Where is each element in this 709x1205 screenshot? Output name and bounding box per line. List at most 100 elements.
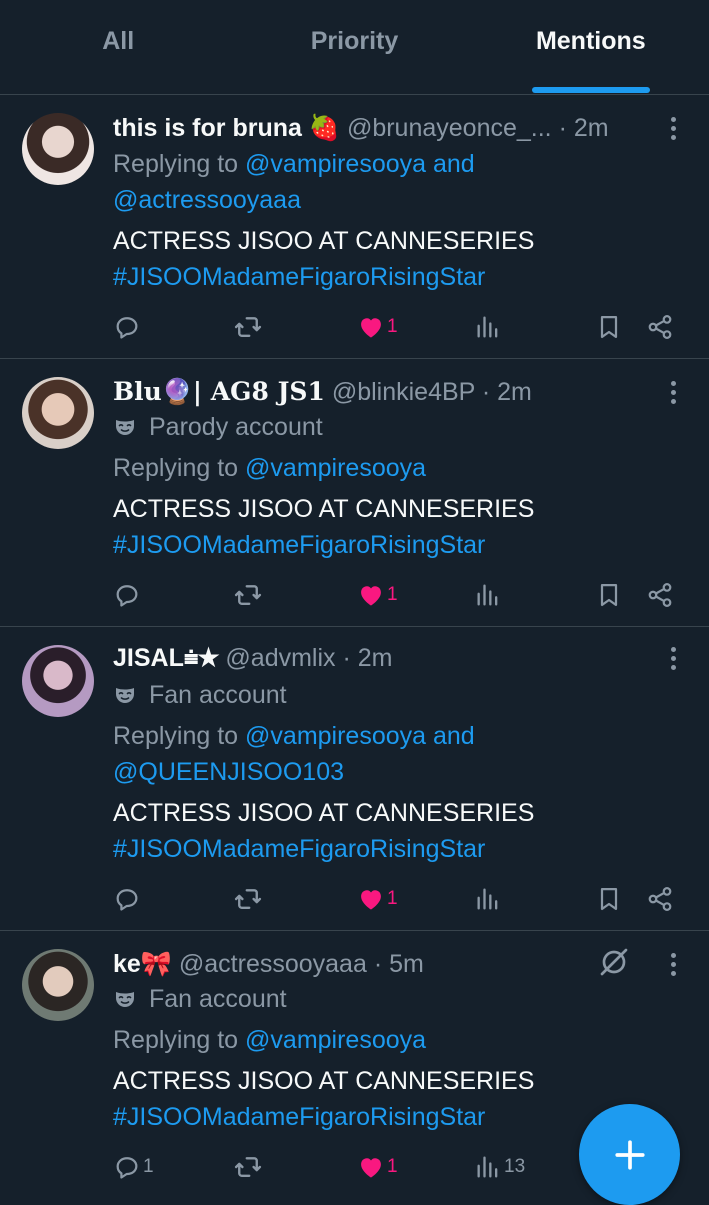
hashtag-link[interactable]: #JISOOMadameFigaroRisingStar: [113, 1099, 485, 1135]
display-name[interactable]: JISAL⩧★: [113, 644, 218, 672]
account-label-text: Fan account: [149, 681, 287, 709]
tab-mentions[interactable]: Mentions: [473, 0, 709, 94]
user-handle[interactable]: @actressooyaaa: [179, 950, 367, 978]
bookmark-icon: [595, 885, 623, 913]
retweet-button[interactable]: [233, 882, 263, 916]
reply-icon: [113, 313, 141, 341]
bookmark-button[interactable]: [595, 578, 623, 612]
more-options-icon[interactable]: [665, 949, 681, 979]
bookmark-icon: [595, 313, 623, 341]
tweet-text: ACTRESS JISOO AT CANNESERIES: [113, 1067, 535, 1095]
tweet-card[interactable]: JISAL⩧★ @advmlix · 2m Fan account Replyi…: [0, 627, 709, 931]
tweet-card[interactable]: Blu🔮| AG8 JS1 @blinkie4BP · 2m Parody ac…: [0, 359, 709, 627]
tweet-text: ACTRESS JISOO AT CANNESERIES: [113, 799, 535, 827]
replying-to-prefix: Replying to: [113, 1026, 246, 1054]
mask-icon: [113, 683, 137, 707]
retweet-button[interactable]: [233, 578, 263, 612]
avatar[interactable]: [22, 377, 94, 449]
hashtag-link[interactable]: #JISOOMadameFigaroRisingStar: [113, 527, 485, 563]
mask-icon: [113, 987, 137, 1011]
timestamp: · 2m: [481, 378, 532, 406]
views-button[interactable]: [474, 310, 504, 344]
share-icon: [646, 581, 674, 609]
avatar[interactable]: [22, 113, 94, 185]
avatar[interactable]: [22, 645, 94, 717]
compose-button[interactable]: [579, 1104, 680, 1205]
heart-icon: [357, 1153, 385, 1181]
views-button[interactable]: [474, 882, 504, 916]
like-button[interactable]: 1: [357, 1150, 398, 1184]
like-button[interactable]: 1: [357, 310, 398, 344]
share-button[interactable]: [646, 578, 674, 612]
more-options-icon[interactable]: [665, 377, 681, 407]
views-button[interactable]: [474, 578, 504, 612]
share-button[interactable]: [646, 310, 674, 344]
reply-button[interactable]: [113, 578, 143, 612]
mention-link[interactable]: @vampiresooya: [245, 1026, 426, 1054]
heart-icon: [357, 313, 385, 341]
tweet-header: ke🎀 @actressooyaaa · 5m: [113, 949, 649, 979]
mention-link[interactable]: @QUEENJISOO103: [113, 754, 344, 790]
reply-icon: [113, 885, 141, 913]
hashtag-link[interactable]: #JISOOMadameFigaroRisingStar: [113, 831, 485, 867]
tab-priority[interactable]: Priority: [236, 0, 472, 94]
tab-mentions-label: Mentions: [535, 26, 646, 55]
more-options-icon[interactable]: [665, 643, 681, 673]
tweet-header: this is for bruna 🍓 @brunayeonce_... · 2…: [113, 113, 649, 143]
tweet-header: JISAL⩧★ @advmlix · 2m: [113, 643, 649, 673]
replying-to: Replying to @vampiresooya and: [113, 146, 475, 182]
more-options-icon[interactable]: [665, 113, 681, 143]
avatar[interactable]: [22, 949, 94, 1021]
heart-icon: [357, 581, 385, 609]
reply-button[interactable]: 1: [113, 1150, 154, 1184]
tab-all-label: All: [102, 26, 135, 55]
account-label: Fan account: [113, 677, 287, 713]
replying-to-prefix: Replying to: [113, 150, 246, 178]
mention-link[interactable]: @vampiresooya and: [245, 150, 475, 178]
retweet-button[interactable]: [233, 310, 263, 344]
replying-to-prefix: Replying to: [113, 454, 246, 482]
like-button[interactable]: 1: [357, 578, 398, 612]
retweet-icon: [233, 884, 263, 914]
mention-link[interactable]: @vampiresooya and: [245, 722, 475, 750]
tweet-card[interactable]: this is for bruna 🍓 @brunayeonce_... · 2…: [0, 95, 709, 359]
views-icon: [474, 581, 502, 609]
reply-button[interactable]: [113, 310, 143, 344]
tweet-actions: 1: [0, 578, 709, 612]
user-handle[interactable]: @brunayeonce_...: [347, 114, 552, 142]
reply-button[interactable]: [113, 882, 143, 916]
replying-to: Replying to @vampiresooya and: [113, 718, 475, 754]
display-name[interactable]: ke🎀: [113, 950, 172, 978]
display-name[interactable]: this is for bruna 🍓: [113, 114, 340, 142]
account-label-text: Parody account: [149, 413, 323, 441]
view-count: 13: [504, 1156, 526, 1177]
user-handle[interactable]: @advmlix: [225, 644, 335, 672]
replying-to: Replying to @vampiresooya: [113, 450, 426, 486]
grok-icon[interactable]: [598, 946, 630, 978]
hashtag-link[interactable]: #JISOOMadameFigaroRisingStar: [113, 259, 485, 295]
bookmark-button[interactable]: [595, 310, 623, 344]
views-button[interactable]: 13: [474, 1150, 525, 1184]
share-button[interactable]: [646, 882, 674, 916]
account-label: Fan account: [113, 981, 287, 1017]
user-handle[interactable]: @blinkie4BP: [332, 378, 475, 406]
notification-tabs: All Priority Mentions: [0, 0, 709, 95]
reply-icon: [113, 1153, 141, 1181]
replying-to-prefix: Replying to: [113, 722, 246, 750]
like-count: 1: [387, 316, 398, 337]
share-icon: [646, 313, 674, 341]
retweet-icon: [233, 312, 263, 342]
plus-icon: [614, 1139, 645, 1170]
tab-all[interactable]: All: [0, 0, 236, 94]
retweet-button[interactable]: [233, 1150, 263, 1184]
account-label: Parody account: [113, 409, 323, 445]
retweet-icon: [233, 580, 263, 610]
mention-link[interactable]: @vampiresooya: [245, 454, 426, 482]
retweet-icon: [233, 1152, 263, 1182]
like-button[interactable]: 1: [357, 882, 398, 916]
bookmark-button[interactable]: [595, 882, 623, 916]
display-name[interactable]: Blu🔮| AG8 JS1: [113, 377, 325, 406]
tweet-header: Blu🔮| AG8 JS1 @blinkie4BP · 2m: [113, 377, 649, 407]
mention-link[interactable]: @actressooyaaa: [113, 182, 301, 218]
timestamp: · 5m: [373, 950, 424, 978]
